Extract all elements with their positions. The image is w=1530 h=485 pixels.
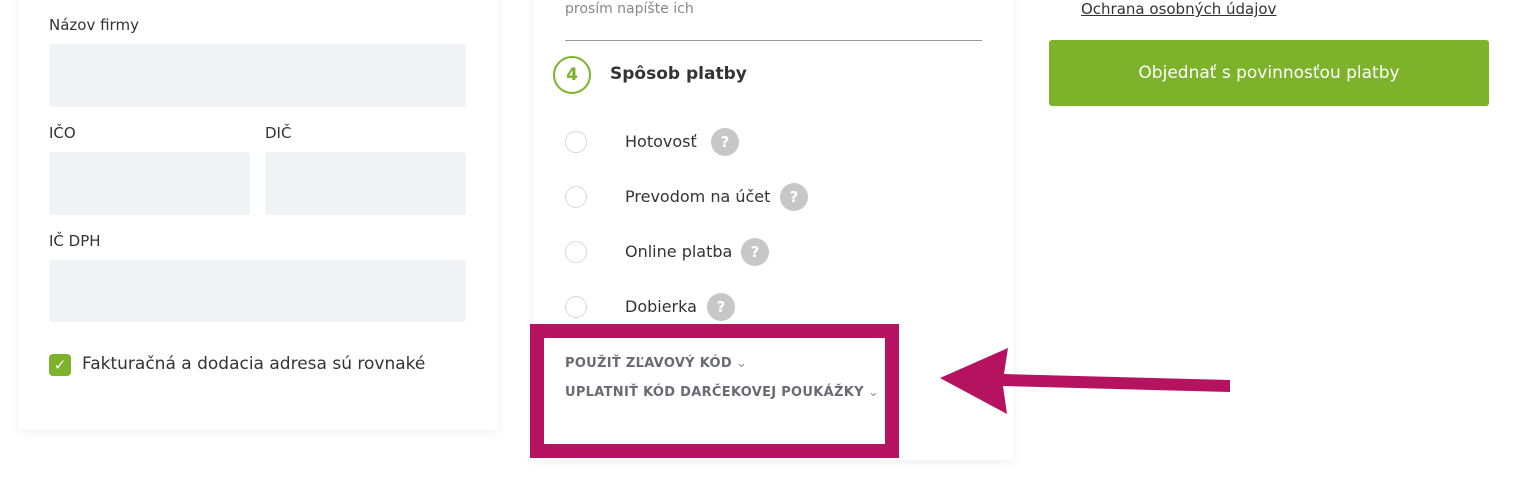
radio-cod[interactable] <box>565 296 587 318</box>
radio-cash[interactable] <box>565 131 587 153</box>
dic-label: DIČ <box>265 124 292 142</box>
notes-divider <box>565 40 982 41</box>
annotation-highlight-box <box>530 324 899 458</box>
ico-label: IČO <box>49 124 76 142</box>
company-name-input[interactable] <box>49 44 466 107</box>
privacy-link[interactable]: Ochrana osobných údajov <box>1081 0 1276 18</box>
ic-dph-label: IČ DPH <box>49 232 101 250</box>
payment-option-cod[interactable]: Dobierka <box>625 297 697 316</box>
ico-input[interactable] <box>49 152 250 215</box>
payment-option-online[interactable]: Online platba <box>625 242 732 261</box>
radio-bank-transfer[interactable] <box>565 186 587 208</box>
same-address-label: Fakturačná a dodacia adresa sú rovnaké <box>82 354 426 374</box>
payment-option-bank-transfer[interactable]: Prevodom na účet <box>625 187 770 206</box>
company-name-label: Názov firmy <box>49 16 139 34</box>
ic-dph-input[interactable] <box>49 260 466 322</box>
help-icon[interactable]: ? <box>711 128 739 156</box>
notes-hint: prosím napíšte ich <box>565 1 694 17</box>
same-address-checkbox[interactable]: ✓ <box>49 354 71 376</box>
dic-input[interactable] <box>265 152 466 215</box>
radio-online[interactable] <box>565 241 587 263</box>
annotation-arrow-icon <box>940 348 1230 414</box>
help-icon[interactable]: ? <box>707 293 735 321</box>
payment-section-title: Spôsob platby <box>610 64 747 84</box>
payment-option-cash[interactable]: Hotovosť <box>625 132 697 151</box>
step-number-badge: 4 <box>553 56 591 94</box>
help-icon[interactable]: ? <box>741 238 769 266</box>
checkmark-icon: ✓ <box>53 356 67 374</box>
order-button[interactable]: Objednať s povinnosťou platby <box>1049 40 1489 106</box>
help-icon[interactable]: ? <box>780 183 808 211</box>
